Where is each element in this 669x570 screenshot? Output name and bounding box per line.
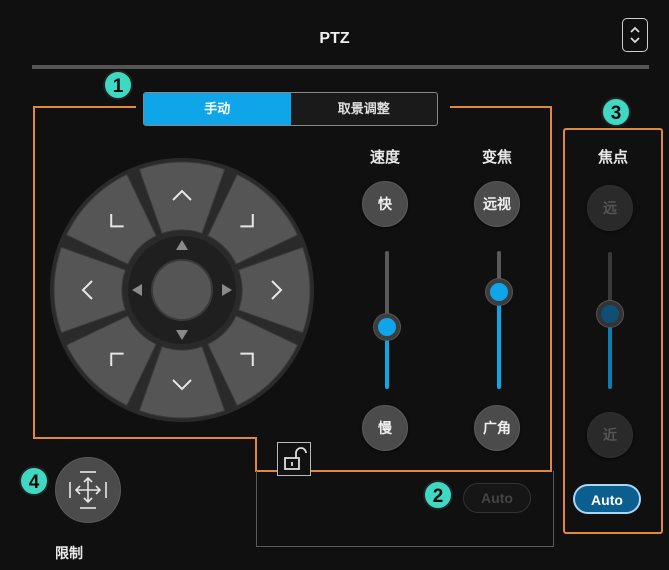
speed-slow-button[interactable]: 慢 xyxy=(362,405,408,451)
focus-slider-thumb[interactable] xyxy=(597,300,623,327)
annotation-badge-3: 3 xyxy=(601,97,631,127)
annotation-badge-1: 1 xyxy=(103,70,133,100)
mode-tabs: 手动 取景调整 xyxy=(143,92,438,126)
unlock-icon xyxy=(284,447,307,470)
pad-center-button[interactable] xyxy=(151,259,213,321)
focus-auto-button[interactable]: Auto xyxy=(573,484,641,514)
speed-slider-thumb[interactable] xyxy=(374,313,400,340)
annotation-badge-4: 4 xyxy=(19,466,49,496)
limit-label: 限制 xyxy=(55,545,83,561)
zoom-wide-button[interactable]: 广角 xyxy=(474,405,520,451)
zoom-tele-button[interactable]: 远视 xyxy=(474,181,520,227)
tab-manual[interactable]: 手动 xyxy=(144,93,291,125)
focus-label: 焦点 xyxy=(597,149,628,166)
limit-button[interactable] xyxy=(55,457,121,523)
zoom-slider-fill xyxy=(497,292,501,389)
ptz-auto-button[interactable]: Auto xyxy=(463,483,531,513)
ptz-direction-pad xyxy=(50,158,314,422)
lock-toggle-button[interactable] xyxy=(277,442,311,476)
tab-framing-adjust[interactable]: 取景调整 xyxy=(291,93,438,125)
zoom-label: 变焦 xyxy=(481,149,512,166)
speed-fast-button[interactable]: 快 xyxy=(362,181,408,227)
focus-near-button[interactable]: 近 xyxy=(587,412,633,458)
speed-label: 速度 xyxy=(369,149,400,166)
move-limit-icon xyxy=(69,471,107,509)
focus-far-button[interactable]: 远 xyxy=(587,185,633,231)
